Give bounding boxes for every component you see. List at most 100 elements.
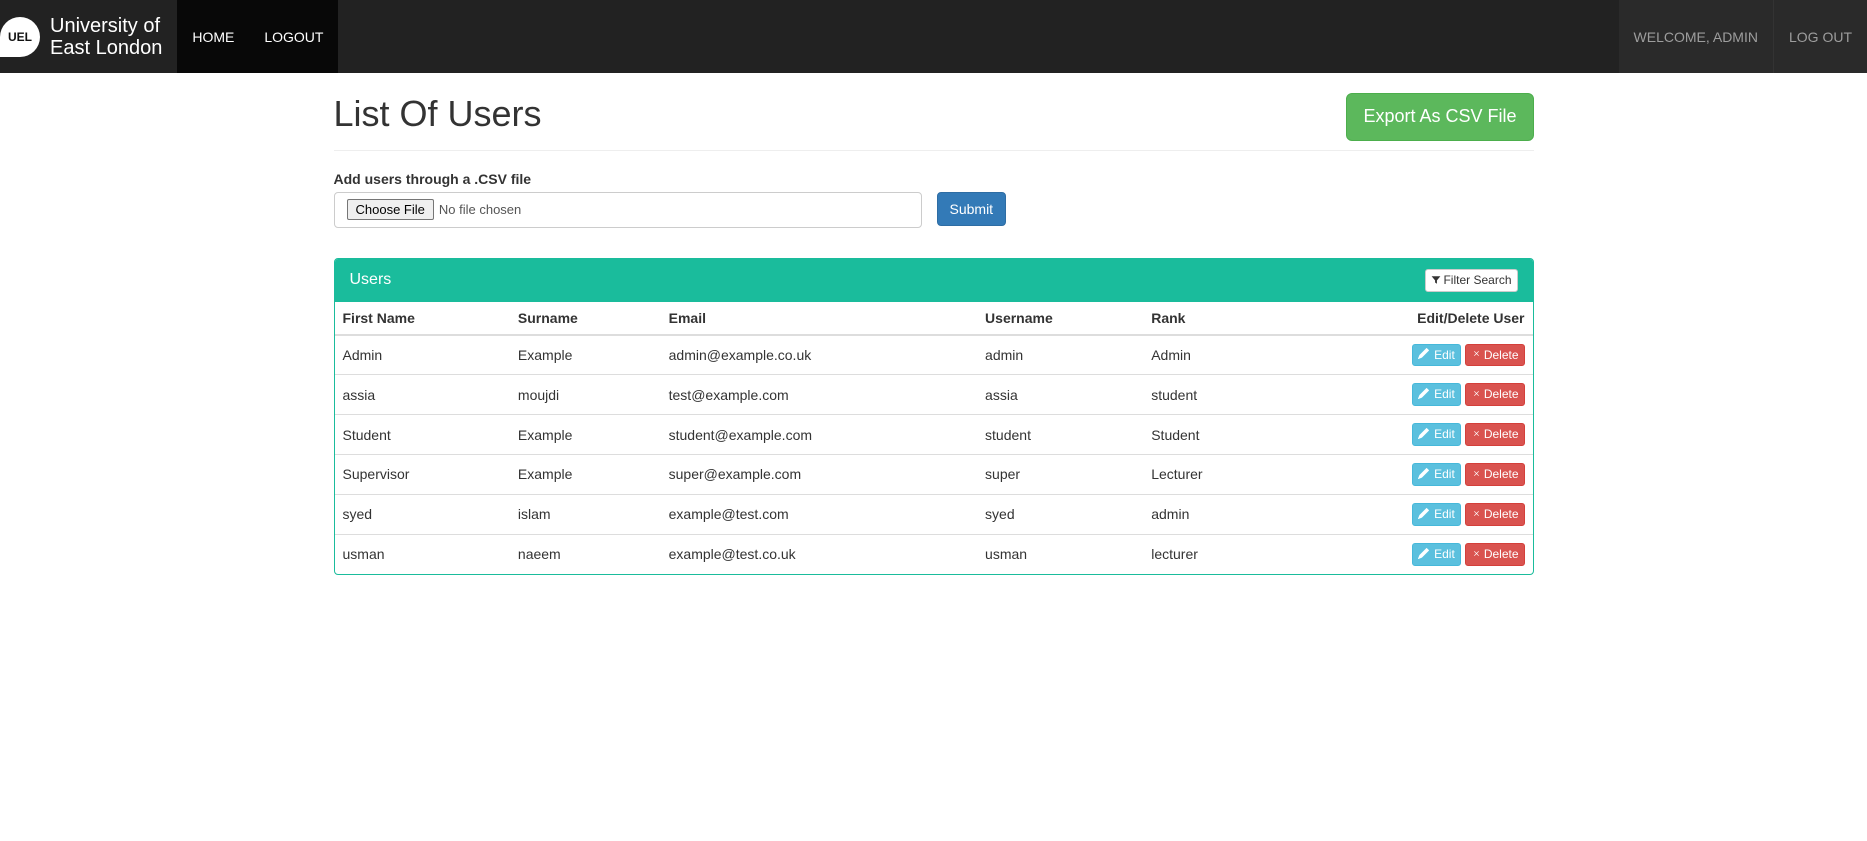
filter-search-button[interactable]: Filter Search: [1425, 269, 1517, 292]
submit-button[interactable]: Submit: [937, 192, 1007, 226]
cell-actions: EditDelete: [1277, 335, 1533, 375]
edit-icon: [1418, 386, 1429, 404]
cell-email: super@example.com: [661, 455, 977, 495]
close-icon: [1471, 506, 1482, 524]
close-icon: [1471, 346, 1482, 364]
edit-button[interactable]: Edit: [1412, 503, 1461, 526]
th-rank: Rank: [1143, 302, 1277, 335]
delete-button[interactable]: Delete: [1465, 383, 1525, 406]
nav-left: HOME LOGOUT: [177, 0, 338, 73]
table-row: assiamoujditest@example.comassiastudent …: [335, 375, 1533, 415]
filter-icon: [1431, 272, 1441, 290]
cell-username: admin: [977, 335, 1143, 375]
cell-rank: Admin: [1143, 335, 1277, 375]
nav-logout[interactable]: LOGOUT: [249, 0, 338, 73]
edit-icon: [1418, 506, 1429, 524]
cell-email: example@test.co.uk: [661, 534, 977, 573]
cell-username: syed: [977, 494, 1143, 534]
edit-button[interactable]: Edit: [1412, 423, 1461, 446]
edit-icon: [1418, 466, 1429, 484]
cell-surname: naeem: [510, 534, 661, 573]
brand-text: University of East London: [50, 15, 162, 59]
table-row: usmannaeemexample@test.co.ukusmanlecture…: [335, 534, 1533, 573]
cell-surname: Example: [510, 335, 661, 375]
cell-rank: Student: [1143, 415, 1277, 455]
table-row: syedislamexample@test.comsyedadmin EditD…: [335, 494, 1533, 534]
table-row: AdminExampleadmin@example.co.ukadminAdmi…: [335, 335, 1533, 375]
cell-actions: EditDelete: [1277, 494, 1533, 534]
cell-actions: EditDelete: [1277, 455, 1533, 495]
table-row: SupervisorExamplesuper@example.comsuperL…: [335, 455, 1533, 495]
users-table: First Name Surname Email Username Rank E…: [335, 302, 1533, 574]
cell-first-name: usman: [335, 534, 510, 573]
panel-title: Users: [350, 271, 392, 289]
delete-button[interactable]: Delete: [1465, 463, 1525, 486]
cell-username: assia: [977, 375, 1143, 415]
brand-line1: University of: [50, 15, 160, 37]
cell-email: example@test.com: [661, 494, 977, 534]
cell-first-name: Supervisor: [335, 455, 510, 495]
panel-heading: Users Filter Search: [335, 259, 1533, 302]
cell-surname: Example: [510, 455, 661, 495]
cell-first-name: Admin: [335, 335, 510, 375]
table-row: StudentExamplestudent@example.comstudent…: [335, 415, 1533, 455]
edit-button[interactable]: Edit: [1412, 344, 1461, 367]
choose-file-button[interactable]: Choose File: [347, 199, 434, 220]
cell-rank: admin: [1143, 494, 1277, 534]
cell-actions: EditDelete: [1277, 415, 1533, 455]
cell-actions: EditDelete: [1277, 534, 1533, 573]
upload-form: Add users through a .CSV file Choose Fil…: [334, 171, 1534, 228]
file-status-text: No file chosen: [439, 202, 521, 217]
users-panel: Users Filter Search First Name Surname E…: [334, 258, 1534, 575]
nav-welcome[interactable]: WELCOME, ADMIN: [1619, 0, 1773, 73]
cell-email: student@example.com: [661, 415, 977, 455]
edit-icon: [1418, 426, 1429, 444]
cell-surname: Example: [510, 415, 661, 455]
cell-username: student: [977, 415, 1143, 455]
close-icon: [1471, 426, 1482, 444]
edit-button[interactable]: Edit: [1412, 543, 1461, 566]
nav-home[interactable]: HOME: [177, 0, 249, 73]
th-username: Username: [977, 302, 1143, 335]
export-csv-button[interactable]: Export As CSV File: [1346, 93, 1533, 141]
th-email: Email: [661, 302, 977, 335]
main-container: List Of Users Export As CSV File Add use…: [319, 93, 1549, 575]
cell-surname: moujdi: [510, 375, 661, 415]
cell-first-name: assia: [335, 375, 510, 415]
cell-rank: student: [1143, 375, 1277, 415]
cell-actions: EditDelete: [1277, 375, 1533, 415]
close-icon: [1471, 386, 1482, 404]
brand[interactable]: UEL University of East London: [0, 0, 177, 73]
cell-surname: islam: [510, 494, 661, 534]
th-first-name: First Name: [335, 302, 510, 335]
file-input[interactable]: Choose File No file chosen: [334, 192, 922, 228]
nav-logout-right[interactable]: LOG OUT: [1773, 0, 1867, 73]
th-actions: Edit/Delete User: [1277, 302, 1533, 335]
cell-first-name: Student: [335, 415, 510, 455]
uel-logo-icon: UEL: [0, 17, 40, 57]
cell-rank: lecturer: [1143, 534, 1277, 573]
brand-line2: East London: [50, 37, 162, 59]
edit-button[interactable]: Edit: [1412, 463, 1461, 486]
upload-label: Add users through a .CSV file: [334, 171, 532, 187]
cell-first-name: syed: [335, 494, 510, 534]
delete-button[interactable]: Delete: [1465, 423, 1525, 446]
edit-icon: [1418, 346, 1429, 364]
close-icon: [1471, 466, 1482, 484]
cell-email: admin@example.co.uk: [661, 335, 977, 375]
cell-username: usman: [977, 534, 1143, 573]
close-icon: [1471, 546, 1482, 564]
th-surname: Surname: [510, 302, 661, 335]
cell-username: super: [977, 455, 1143, 495]
delete-button[interactable]: Delete: [1465, 543, 1525, 566]
delete-button[interactable]: Delete: [1465, 503, 1525, 526]
top-navbar: UEL University of East London HOME LOGOU…: [0, 0, 1867, 73]
page-header: List Of Users Export As CSV File: [334, 93, 1534, 151]
cell-rank: Lecturer: [1143, 455, 1277, 495]
cell-email: test@example.com: [661, 375, 977, 415]
edit-icon: [1418, 546, 1429, 564]
edit-button[interactable]: Edit: [1412, 383, 1461, 406]
delete-button[interactable]: Delete: [1465, 344, 1525, 367]
nav-right: WELCOME, ADMIN LOG OUT: [1619, 0, 1867, 73]
filter-search-label: Filter Search: [1443, 273, 1511, 287]
